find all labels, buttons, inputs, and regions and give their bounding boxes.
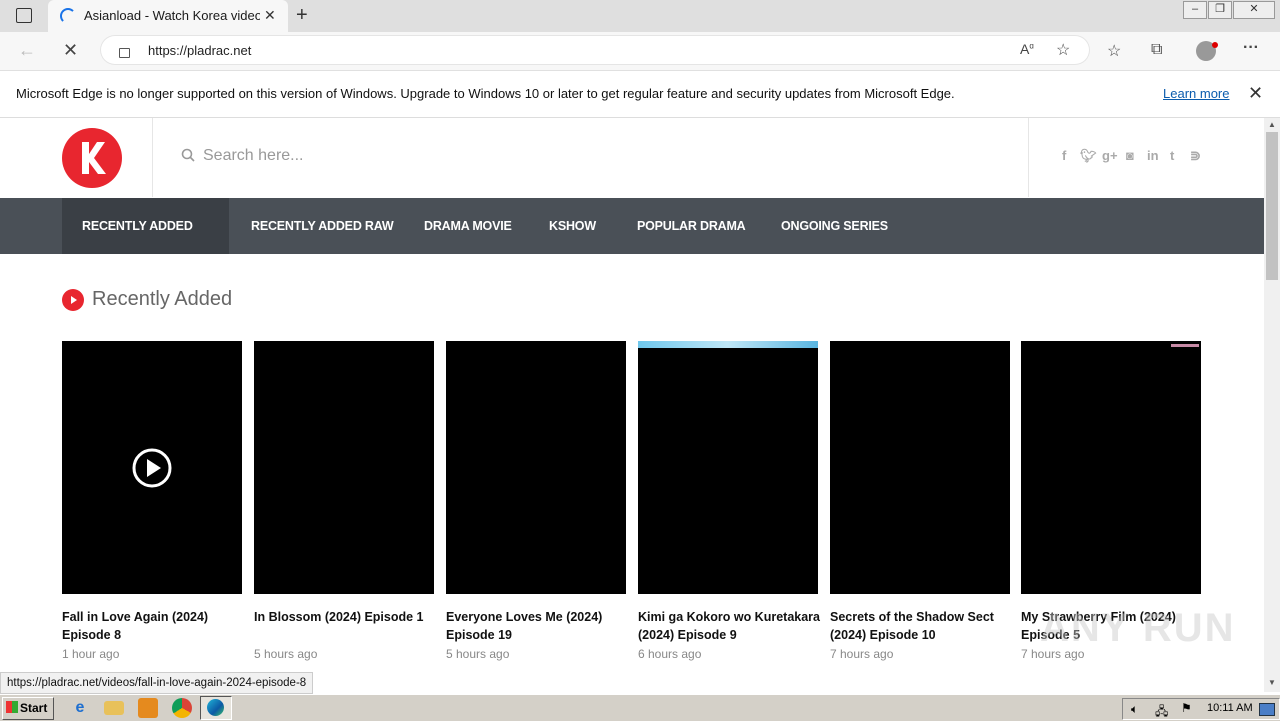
tab-close-icon[interactable]: ✕	[264, 7, 276, 24]
lock-icon[interactable]	[119, 48, 130, 58]
video-title[interactable]: Everyone Loves Me (2024) Episode 19	[446, 608, 630, 644]
nav-recently-added-raw[interactable]: RECENTLY ADDED RAW	[231, 198, 413, 254]
search-box	[152, 118, 1029, 197]
video-time: 5 hours ago	[254, 647, 318, 661]
search-input[interactable]	[201, 146, 605, 166]
nav-popular-drama[interactable]: POPULAR DRAMA	[617, 198, 766, 254]
video-title[interactable]: Fall in Love Again (2024) Episode 8	[62, 608, 246, 644]
video-thumbnail[interactable]	[638, 341, 818, 594]
volume-icon[interactable]: 🔈︎	[1131, 702, 1138, 717]
nav-kshow[interactable]: KSHOW	[529, 198, 616, 254]
active-tab[interactable]: Asianload - Watch Korea videos f ✕	[48, 0, 288, 32]
scrollbar-thumb[interactable]	[1266, 132, 1278, 280]
tab-actions-icon[interactable]	[16, 8, 32, 23]
nav-ongoing-series[interactable]: ONGOING SERIES	[761, 198, 908, 254]
status-url-bubble: https://pladrac.net/videos/fall-in-love-…	[0, 672, 314, 694]
infobar-message: Microsoft Edge is no longer supported on…	[16, 86, 955, 101]
twitter-icon[interactable]: 🐦︎	[1080, 148, 1097, 164]
loading-spinner-icon	[60, 8, 76, 24]
rss-icon[interactable]: ⋑	[1190, 148, 1201, 164]
start-label: Start	[20, 701, 48, 715]
facebook-icon[interactable]: f	[1062, 148, 1066, 163]
more-options-icon[interactable]: ···	[1243, 39, 1259, 57]
favorites-icon[interactable]: ☆	[1107, 41, 1121, 61]
read-aloud-icon[interactable]: Aɑ	[1020, 41, 1034, 57]
video-title[interactable]: In Blossom (2024) Episode 1	[254, 608, 438, 626]
scroll-up-icon[interactable]: ▲	[1268, 120, 1276, 129]
video-thumbnail[interactable]	[830, 341, 1010, 594]
thumbnail-sky-strip	[638, 341, 818, 348]
start-button[interactable]: Start	[2, 697, 54, 720]
restore-icon[interactable]: ❐	[1208, 1, 1232, 19]
browser-toolbar: ← ✕ https://pladrac.net Aɑ ☆ ☆ ⧉ ···	[0, 32, 1280, 71]
edge-icon	[207, 699, 224, 716]
main-nav: RECENTLY ADDED SUB RECENTLY ADDED RAW DR…	[0, 198, 1264, 289]
video-time: 1 hour ago	[62, 647, 120, 661]
address-bar[interactable]: https://pladrac.net Aɑ ☆	[100, 35, 1090, 65]
site-header: f 🐦︎ g+ ◙ in t ⋑	[0, 118, 1264, 198]
video-title[interactable]: Kimi ga Kokoro wo Kuretakara (2024) Epis…	[638, 608, 822, 644]
thumbnail-pink-mark	[1171, 344, 1199, 347]
clock[interactable]: 10:11 AM	[1207, 702, 1253, 714]
url-text[interactable]: https://pladrac.net	[148, 43, 251, 58]
page-scrollbar[interactable]: ▲ ▼	[1264, 118, 1280, 692]
system-tray: 🔈︎ 🖧︎ ⚑ 10:11 AM	[1122, 698, 1280, 720]
close-icon[interactable]: ✕	[1233, 1, 1275, 19]
tab-title: Asianload - Watch Korea videos f	[84, 8, 260, 23]
section-title: Recently Added	[92, 288, 233, 310]
media-player-icon[interactable]	[138, 698, 158, 718]
video-thumbnail[interactable]	[62, 341, 242, 594]
show-desktop-icon[interactable]	[1259, 703, 1275, 716]
back-icon[interactable]: ←	[18, 40, 36, 61]
ie-icon[interactable]: e	[70, 698, 90, 718]
watermark: ANY RUN	[1040, 606, 1236, 650]
stop-loading-icon[interactable]: ✕	[63, 40, 78, 61]
windows-taskbar: Start e 🔈︎ 🖧︎ ⚑ 10:11 AM	[0, 694, 1280, 721]
new-tab-icon[interactable]: +	[296, 4, 308, 27]
logo-k-icon	[82, 142, 106, 174]
search-icon	[181, 148, 195, 166]
flag-icon[interactable]: ⚑	[1181, 701, 1192, 715]
nav-recently-added-sub[interactable]: RECENTLY ADDED SUB	[62, 198, 229, 289]
nav-drama-movie[interactable]: DRAMA MOVIE	[404, 198, 532, 254]
site-logo[interactable]	[62, 128, 122, 188]
video-title[interactable]: Secrets of the Shadow Sect (2024) Episod…	[830, 608, 1014, 644]
profile-badge-icon	[1212, 42, 1218, 48]
video-time: 7 hours ago	[830, 647, 894, 661]
play-circle-icon	[62, 289, 84, 311]
video-thumbnail[interactable]	[446, 341, 626, 594]
linkedin-icon[interactable]: in	[1147, 148, 1159, 163]
learn-more-link[interactable]: Learn more	[1163, 86, 1229, 101]
explorer-folder-icon[interactable]	[104, 701, 124, 715]
tab-strip: Asianload - Watch Korea videos f ✕ + – ❐…	[0, 0, 1280, 32]
video-time: 5 hours ago	[446, 647, 510, 661]
chrome-icon[interactable]	[172, 698, 192, 718]
tumblr-icon[interactable]: t	[1170, 148, 1174, 163]
windows-logo-icon	[6, 701, 18, 713]
scroll-down-icon[interactable]: ▼	[1268, 678, 1276, 687]
instagram-icon[interactable]: ◙	[1126, 148, 1134, 163]
play-icon[interactable]	[132, 448, 172, 488]
video-thumbnail[interactable]	[1021, 341, 1201, 594]
infobar-close-icon[interactable]: ✕	[1248, 83, 1263, 104]
google-plus-icon[interactable]: g+	[1102, 148, 1118, 163]
video-time: 6 hours ago	[638, 647, 702, 661]
video-thumbnail[interactable]	[254, 341, 434, 594]
minimize-icon[interactable]: –	[1183, 1, 1207, 19]
edge-taskbar-button[interactable]	[200, 696, 232, 720]
add-favorite-icon[interactable]: ☆	[1056, 40, 1070, 60]
collections-icon[interactable]: ⧉	[1151, 41, 1162, 59]
unsupported-os-infobar: Microsoft Edge is no longer supported on…	[0, 71, 1280, 118]
